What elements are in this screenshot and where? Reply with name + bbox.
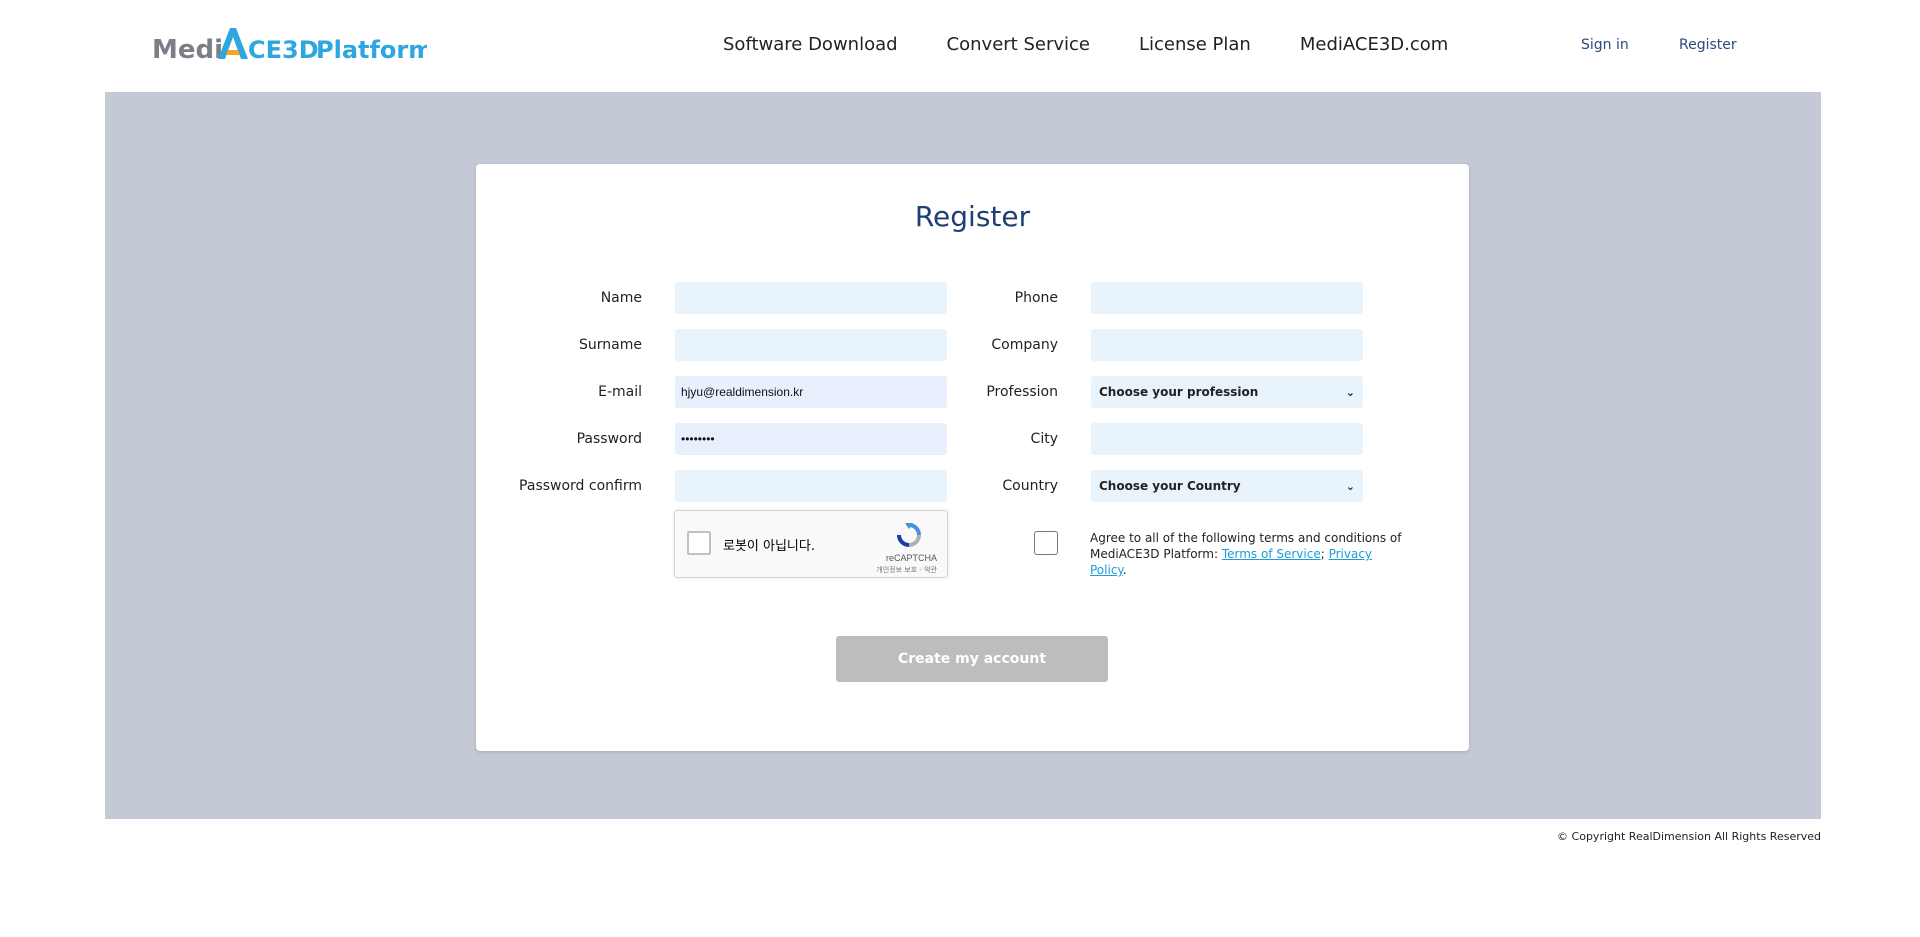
sign-in-link[interactable]: Sign in (1581, 37, 1629, 53)
phone-label: Phone (1014, 290, 1058, 306)
copyright-text: © Copyright RealDimension All Rights Res… (1557, 830, 1821, 843)
city-input[interactable] (1091, 423, 1363, 455)
chevron-down-icon: ⌄ (1345, 479, 1355, 493)
city-label: City (1030, 431, 1058, 447)
create-account-button[interactable]: Create my account (836, 636, 1108, 682)
recaptcha-widget: 로봇이 아닙니다. reCAPTCHA 개인정보 보호 - 약관 (674, 510, 948, 578)
email-label: E-mail (598, 384, 642, 400)
register-card: Register Name Surname E-mail Password Pa… (476, 164, 1469, 751)
recaptcha-icon (897, 523, 921, 547)
phone-input[interactable] (1091, 282, 1363, 314)
surname-label: Surname (579, 337, 642, 353)
profession-select[interactable]: Choose your profession ⌄ (1091, 376, 1363, 408)
profession-label: Profession (986, 384, 1058, 400)
chevron-down-icon: ⌄ (1345, 385, 1355, 399)
logo-a-accent (226, 50, 240, 55)
main-content: Register Name Surname E-mail Password Pa… (105, 92, 1821, 819)
logo-ce-text: CE (248, 36, 282, 62)
site-logo[interactable]: Medi CE 3D Platform (152, 22, 427, 62)
main-nav: Software Download Convert Service Licens… (723, 34, 1448, 55)
recaptcha-checkbox[interactable] (687, 531, 711, 555)
terms-separator: ; (1320, 547, 1325, 561)
password-label: Password (576, 431, 642, 447)
nav-software-download[interactable]: Software Download (723, 34, 898, 55)
logo-platform-text: Platform (316, 36, 427, 62)
nav-mediace3d-com[interactable]: MediACE3D.com (1300, 34, 1448, 55)
mediace3d-logo: Medi CE 3D Platform (152, 28, 427, 62)
nav-convert-service[interactable]: Convert Service (947, 34, 1090, 55)
recaptcha-links[interactable]: 개인정보 보호 - 약관 (876, 565, 937, 575)
terms-end: . (1122, 563, 1127, 577)
page-title: Register (914, 200, 1031, 233)
profession-selected-value: Choose your profession (1099, 385, 1259, 399)
country-select[interactable]: Choose your Country ⌄ (1091, 470, 1363, 502)
country-selected-value: Choose your Country (1099, 479, 1241, 493)
name-label: Name (600, 290, 642, 306)
nav-license-plan[interactable]: License Plan (1139, 34, 1251, 55)
logo-3d-text: 3D (282, 36, 319, 62)
site-header: Medi CE 3D Platform Software Download Co… (0, 0, 1920, 92)
country-label: Country (1002, 478, 1058, 494)
terms-text: Agree to all of the following terms and … (1090, 530, 1410, 578)
recaptcha-brand: reCAPTCHA (885, 553, 937, 563)
terms-of-service-link[interactable]: Terms of Service (1222, 547, 1321, 561)
register-link[interactable]: Register (1679, 37, 1737, 53)
company-input[interactable] (1091, 329, 1363, 361)
company-label: Company (991, 337, 1058, 353)
terms-checkbox[interactable] (1034, 531, 1058, 555)
logo-medi-text: Medi (152, 35, 223, 62)
password-confirm-label: Password confirm (519, 478, 642, 494)
recaptcha-label: 로봇이 아닙니다. (723, 539, 815, 554)
